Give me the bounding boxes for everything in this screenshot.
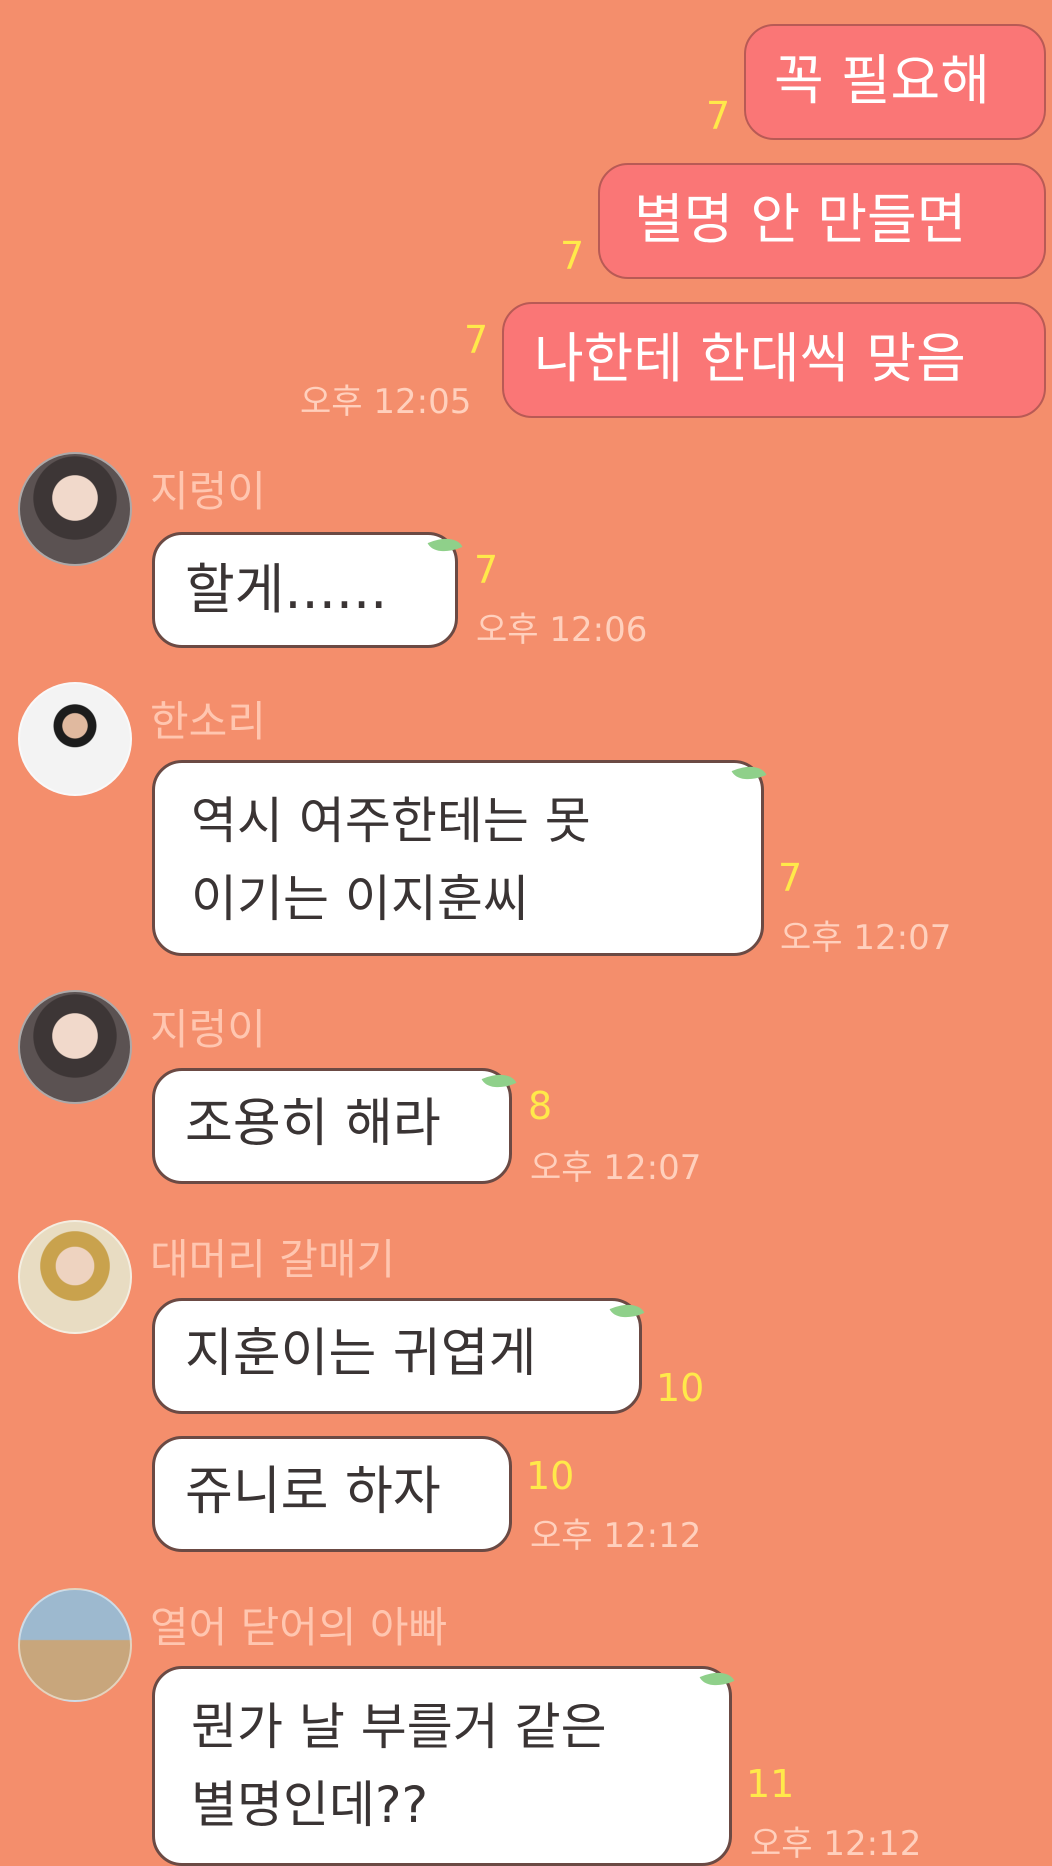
unread-count: 7: [560, 234, 585, 278]
avatar[interactable]: [18, 682, 132, 796]
outgoing-message[interactable]: 꼭 필요해: [744, 24, 1046, 140]
message-timestamp: 오후 12:07: [780, 918, 952, 958]
unread-count: 10: [526, 1454, 575, 1498]
unread-count: 7: [464, 318, 489, 362]
message-text: 꼭 필요해: [774, 49, 990, 112]
message-timestamp: 오후 12:05: [300, 382, 472, 422]
incoming-message[interactable]: 할게......: [152, 532, 458, 648]
incoming-message[interactable]: 역시 여주한테는 못 이기는 이지훈씨: [152, 760, 764, 956]
avatar[interactable]: [18, 1220, 132, 1334]
incoming-message[interactable]: 조용히 해라: [152, 1068, 512, 1184]
sender-name: 지렁이: [150, 1005, 266, 1054]
message-timestamp: 오후 12:06: [476, 610, 648, 650]
unread-count: 8: [528, 1084, 553, 1128]
unread-count: 7: [706, 94, 731, 138]
unread-count: 11: [746, 1762, 795, 1806]
message-text: 나한테 한대씩 맞음: [534, 327, 966, 390]
message-timestamp: 오후 12:12: [750, 1824, 922, 1864]
message-text: 별명 안 만들면: [634, 188, 967, 251]
message-timestamp: 오후 12:12: [530, 1516, 702, 1556]
message-text: 할게......: [185, 558, 388, 621]
sender-name: 열어 닫어의 아빠: [150, 1603, 448, 1652]
unread-count: 7: [474, 548, 499, 592]
incoming-message[interactable]: 지훈이는 귀엽게: [152, 1298, 642, 1414]
avatar[interactable]: [18, 1588, 132, 1702]
message-text: 조용히 해라: [185, 1094, 441, 1154]
message-timestamp: 오후 12:07: [530, 1148, 702, 1188]
unread-count: 10: [656, 1366, 705, 1410]
message-text: 역시 여주한테는 못 이기는 이지훈씨: [191, 792, 591, 928]
incoming-message[interactable]: 뭔가 날 부를거 같은 별명인데??: [152, 1666, 732, 1866]
unread-count: 7: [778, 856, 803, 900]
sender-name: 지렁이: [150, 467, 266, 516]
avatar[interactable]: [18, 452, 132, 566]
sender-name: 대머리 갈매기: [150, 1235, 396, 1284]
avatar[interactable]: [18, 990, 132, 1104]
message-text: 쥬니로 하자: [185, 1462, 441, 1522]
message-text: 지훈이는 귀엽게: [185, 1324, 537, 1384]
outgoing-message[interactable]: 나한테 한대씩 맞음: [502, 302, 1046, 418]
incoming-message[interactable]: 쥬니로 하자: [152, 1436, 512, 1552]
outgoing-message[interactable]: 별명 안 만들면: [598, 163, 1046, 279]
message-text: 뭔가 날 부를거 같은 별명인데??: [191, 1698, 607, 1834]
sender-name: 한소리: [150, 697, 266, 746]
